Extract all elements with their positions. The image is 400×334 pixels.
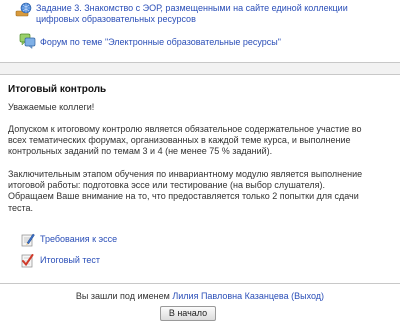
admission-paragraph: Допуском к итоговому контролю является о… <box>8 124 390 158</box>
footer-separator <box>0 283 400 284</box>
final-control-section: Итоговый контроль Уважаемые коллеги! Доп… <box>0 75 400 283</box>
essay-requirements-link[interactable]: Требования к эссе <box>40 234 117 245</box>
login-prefix: Вы зашли под именем <box>75 291 170 301</box>
activity-forum-link[interactable]: Форум по теме "Электронные образовательн… <box>40 37 281 47</box>
resource-link-icon <box>15 2 32 17</box>
final-test-link[interactable]: Итоговый тест <box>40 255 100 266</box>
activity-forum[interactable]: Форум по теме "Электронные образовательн… <box>19 33 281 49</box>
greeting-text: Уважаемые коллеги! <box>8 102 95 112</box>
forum-icon <box>19 33 36 49</box>
assignment-icon <box>21 233 35 247</box>
admission-line-3: контрольных заданий по темам 3 и 4 (не м… <box>8 146 273 157</box>
admission-line-2: всех тематических форумах, организованны… <box>8 135 351 146</box>
final-stage-line-4: теста. <box>8 202 34 213</box>
essay-requirements-item[interactable]: Требования к эссе <box>20 232 117 247</box>
final-stage-paragraph: Заключительным этапом обучения по инвари… <box>8 169 390 214</box>
logout-link[interactable]: (Выход) <box>291 291 324 301</box>
user-profile-link[interactable]: Лилия Павловна Казанцева <box>172 291 288 301</box>
admission-line-1: Допуском к итоговому контролю является о… <box>8 124 362 134</box>
final-test-item[interactable]: Итоговый тест <box>20 253 100 268</box>
login-info: Вы зашли под именем Лилия Павловна Казан… <box>0 291 400 301</box>
quiz-icon <box>21 254 34 268</box>
final-stage-line-3: Обращаем Ваше внимание на то, что предос… <box>8 191 359 202</box>
section-title: Итоговый контроль <box>8 84 107 95</box>
home-button[interactable]: В начало <box>160 306 216 321</box>
section-gap <box>0 63 400 74</box>
activity-resource-link-line-2[interactable]: цифровых образовательных ресурсов <box>36 14 196 24</box>
final-stage-line-1: Заключительным этапом обучения по инвари… <box>8 169 363 179</box>
activity-resource-link-line-1[interactable]: Задание 3. Знакомство с ЭОР, размещенным… <box>36 3 348 13</box>
activity-resource-link[interactable]: Задание 3. Знакомство с ЭОР, размещенным… <box>15 2 348 25</box>
final-stage-line-2: итоговой работы: подготовка эссе или тес… <box>8 180 325 191</box>
activity-list: Задание 3. Знакомство с ЭОР, размещенным… <box>0 0 400 62</box>
